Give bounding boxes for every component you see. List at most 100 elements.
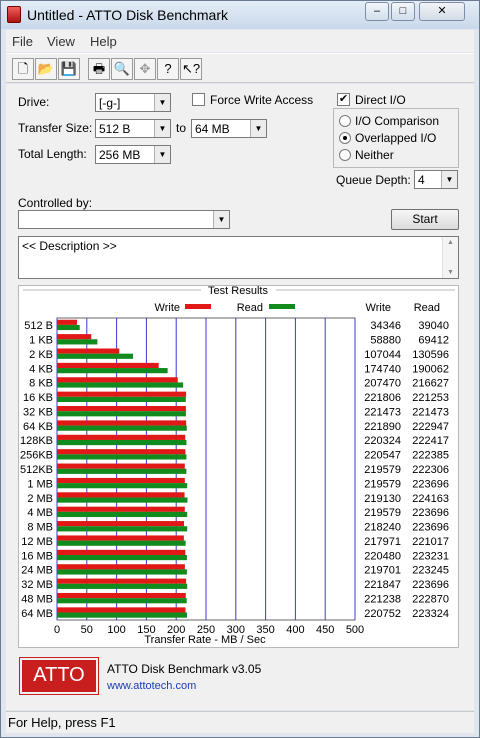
read-value: 221253: [412, 392, 449, 404]
read-bar: [57, 598, 187, 604]
open-icon[interactable]: 📂: [35, 58, 57, 80]
category-label: 24 MB: [21, 565, 53, 577]
maximize-button[interactable]: □: [391, 2, 415, 21]
chevron-down-icon: ▼: [441, 171, 457, 188]
drive-select[interactable]: [-g-] ▼: [95, 93, 171, 112]
read-value: 222306: [412, 464, 449, 476]
scroll-down-icon[interactable]: ▼: [443, 269, 458, 276]
queue-depth-select[interactable]: 4 ▼: [414, 170, 458, 189]
io-comparison-radio[interactable]: [339, 115, 351, 127]
chevron-down-icon: ▼: [154, 120, 170, 137]
queue-depth-value: 4: [418, 173, 425, 187]
overlapped-io-radio[interactable]: [339, 132, 351, 144]
drive-label: Drive:: [18, 95, 50, 109]
write-bar: [57, 463, 185, 469]
menu-file[interactable]: File: [12, 34, 33, 49]
write-bar: [57, 319, 77, 325]
read-bar: [57, 483, 188, 489]
write-bar: [57, 420, 187, 426]
transfer-to-select[interactable]: 64 MB ▼: [191, 119, 267, 138]
menu-view[interactable]: View: [47, 34, 75, 49]
help-icon[interactable]: ?: [157, 58, 179, 80]
app-icon: [7, 6, 21, 23]
force-write-label: Force Write Access: [210, 93, 314, 107]
controlled-by-select[interactable]: ▼: [18, 210, 230, 229]
attotech-link[interactable]: www.attotech.com: [107, 680, 196, 692]
write-bar: [57, 592, 186, 599]
x-tick-label: 500: [346, 624, 364, 636]
write-value: 220547: [364, 450, 401, 462]
chevron-down-icon: ▼: [154, 94, 170, 111]
description-scrollbar[interactable]: ▲ ▼: [442, 237, 458, 278]
write-value: 221847: [364, 579, 401, 591]
io-comparison-label: I/O Comparison: [355, 114, 440, 128]
controlled-by-label: Controlled by:: [18, 196, 93, 210]
write-value: 58880: [370, 335, 401, 347]
read-value: 222870: [412, 593, 449, 605]
x-axis-title: Transfer Rate - MB / Sec: [144, 634, 266, 646]
context-help-icon[interactable]: ↖?: [180, 58, 202, 80]
print-icon[interactable]: 🖶: [88, 58, 110, 80]
write-bar: [57, 434, 186, 440]
overlapped-io-label: Overlapped I/O: [355, 131, 437, 145]
read-value: 221473: [412, 406, 449, 418]
write-value: 219701: [364, 565, 401, 577]
category-label: 8 KB: [29, 378, 53, 390]
read-bar: [57, 382, 184, 388]
menu-help[interactable]: Help: [90, 34, 117, 49]
force-write-checkbox[interactable]: [192, 93, 205, 106]
read-value: 223231: [412, 550, 449, 562]
results-heading: Test Results: [208, 286, 268, 297]
queue-depth-label: Queue Depth:: [336, 173, 411, 187]
category-label: 16 MB: [21, 550, 53, 562]
print-preview-icon[interactable]: 🔍: [111, 58, 133, 80]
description-box[interactable]: << Description >> ▲ ▼: [18, 236, 459, 279]
read-bar: [57, 554, 187, 561]
write-bar: [57, 521, 185, 527]
category-label: 2 MB: [27, 493, 53, 505]
read-value: 222417: [412, 435, 449, 447]
scroll-up-icon[interactable]: ▲: [443, 239, 458, 246]
atto-logo: ATTO: [19, 657, 99, 695]
menu-bar: File View Help: [6, 30, 474, 52]
read-bar: [57, 411, 186, 417]
read-legend-swatch: [269, 304, 295, 309]
status-bar: For Help, press F1: [6, 711, 474, 733]
read-value: 223696: [412, 507, 449, 519]
neither-label: Neither: [355, 148, 394, 162]
write-value: 219130: [364, 493, 401, 505]
read-bar: [57, 540, 186, 546]
total-length-value: 256 MB: [99, 148, 141, 162]
write-legend-swatch: [185, 304, 211, 309]
write-column-header: Write: [366, 302, 391, 314]
save-icon[interactable]: 💾: [58, 58, 80, 80]
to-label: to: [176, 121, 187, 135]
new-icon[interactable]: 🗋: [12, 58, 34, 80]
transfer-from-select[interactable]: 512 B ▼: [95, 119, 171, 138]
total-length-label: Total Length:: [18, 147, 87, 161]
write-value: 220752: [364, 608, 401, 620]
app-window: Untitled - ATTO Disk Benchmark – □ ✕ Fil…: [0, 0, 480, 738]
neither-radio[interactable]: [339, 149, 351, 161]
write-bar: [57, 334, 92, 340]
write-value: 219579: [364, 507, 401, 519]
read-legend-label: Read: [237, 302, 263, 314]
close-button[interactable]: ✕: [419, 2, 465, 21]
total-length-select[interactable]: 256 MB ▼: [95, 145, 171, 164]
direct-io-checkbox[interactable]: ✔: [337, 93, 350, 106]
read-bar: [57, 339, 98, 345]
read-bar: [57, 324, 80, 331]
write-value: 221890: [364, 421, 401, 433]
category-label: 8 MB: [27, 522, 53, 534]
minimize-button[interactable]: –: [365, 2, 389, 21]
x-tick-label: 100: [107, 624, 125, 636]
read-bar: [57, 497, 188, 503]
title-bar[interactable]: Untitled - ATTO Disk Benchmark – □ ✕: [1, 1, 479, 29]
read-value: 223696: [412, 522, 449, 534]
write-value: 217971: [364, 536, 401, 548]
write-bar: [57, 535, 184, 541]
move-icon[interactable]: ✥: [134, 58, 156, 80]
start-button[interactable]: Start: [391, 209, 459, 230]
write-value: 220324: [364, 435, 401, 447]
read-value: 221017: [412, 536, 449, 548]
